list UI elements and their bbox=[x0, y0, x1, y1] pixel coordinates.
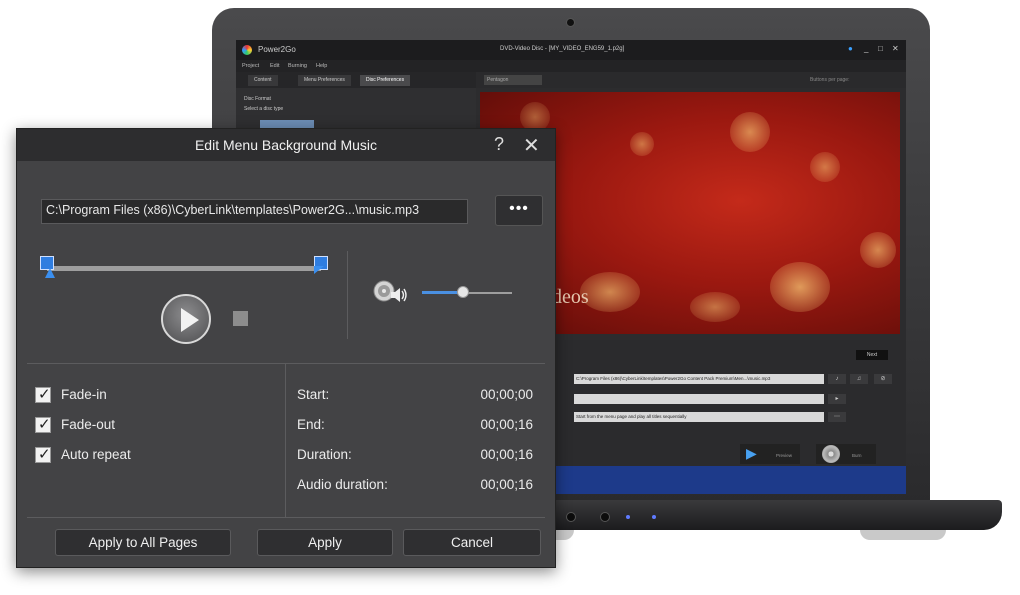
start-time-value: 00;00;00 bbox=[480, 387, 533, 402]
browse-button[interactable]: ••• bbox=[495, 195, 543, 226]
dialog-titlebar: Edit Menu Background Music ? ✕ bbox=[17, 129, 555, 161]
playback-settings-button[interactable]: ⋯ bbox=[828, 412, 846, 422]
audio-duration-value: 00;00;16 bbox=[480, 477, 533, 492]
play-button[interactable] bbox=[161, 294, 211, 344]
tab-content[interactable]: Content bbox=[248, 75, 278, 86]
menu-burning[interactable]: Burning bbox=[288, 63, 307, 69]
fade-out-label: Fade-out bbox=[61, 417, 116, 432]
auto-repeat-checkbox[interactable]: ✓ bbox=[35, 446, 51, 463]
remove-music-button[interactable]: ⊘ bbox=[874, 374, 892, 384]
preview-button[interactable]: ▶ Preview bbox=[740, 444, 800, 464]
apply-button[interactable]: Apply bbox=[257, 529, 393, 556]
duration-label: Duration: bbox=[297, 447, 352, 462]
maximize-button[interactable]: □ bbox=[878, 44, 883, 53]
status-led bbox=[626, 515, 630, 519]
end-time-value: 00;00;16 bbox=[480, 417, 533, 432]
app-name: Power2Go bbox=[258, 45, 296, 54]
dialog-title: Edit Menu Background Music bbox=[194, 137, 378, 153]
volume-slider-knob[interactable] bbox=[456, 286, 469, 298]
app-toolbar: Pentagon Buttons per page: bbox=[476, 72, 906, 88]
laptop-port bbox=[566, 512, 576, 522]
intro-browse-button[interactable]: ▸ bbox=[828, 394, 846, 404]
app-menubar: Project Edit Burning Help bbox=[236, 60, 906, 72]
checkmark-icon: ✓ bbox=[38, 416, 51, 433]
close-button[interactable]: ✕ bbox=[523, 133, 540, 158]
play-icon bbox=[181, 308, 199, 332]
trim-range-track[interactable] bbox=[47, 266, 321, 271]
disc-format-title: Disc Format bbox=[244, 96, 271, 102]
auto-repeat-label: Auto repeat bbox=[61, 447, 131, 462]
fade-in-checkbox[interactable]: ✓ bbox=[35, 386, 51, 403]
template-field[interactable]: Pentagon bbox=[484, 75, 542, 85]
tab-disc-preferences[interactable]: Disc Preferences bbox=[360, 75, 411, 86]
close-window-button[interactable]: ✕ bbox=[892, 44, 899, 53]
burn-label: Burn bbox=[852, 453, 862, 458]
fade-in-label: Fade-in bbox=[61, 387, 107, 402]
audio-duration-label: Audio duration: bbox=[297, 477, 388, 492]
app-tabs: Content Menu Preferences Disc Preference… bbox=[236, 72, 476, 88]
webcam-icon bbox=[566, 18, 575, 27]
background-music-path[interactable]: C:\Program Files (x86)\CyberLink\templat… bbox=[574, 374, 824, 384]
duration-value: 00;00;16 bbox=[480, 447, 533, 462]
app-titlebar: Power2Go DVD-Video Disc - [MY_VIDEO_ENG5… bbox=[236, 40, 906, 60]
playback-mode-field[interactable]: Start from the menu page and play all ti… bbox=[574, 412, 824, 422]
divider bbox=[347, 251, 348, 339]
end-time-row: End: 00;00;16 bbox=[297, 415, 533, 435]
apply-to-all-pages-button[interactable]: Apply to All Pages bbox=[55, 529, 231, 556]
minimize-button[interactable]: _ bbox=[864, 44, 868, 53]
intro-video-field[interactable] bbox=[574, 394, 824, 404]
cancel-button[interactable]: Cancel bbox=[403, 529, 541, 556]
laptop-foot bbox=[860, 530, 946, 540]
start-time-label: Start: bbox=[297, 387, 330, 402]
audio-duration-row: Audio duration: 00;00;16 bbox=[297, 475, 533, 495]
laptop-port bbox=[600, 512, 610, 522]
divider bbox=[27, 517, 545, 518]
buttons-per-page-label: Buttons per page: bbox=[810, 77, 850, 83]
volume-icon bbox=[373, 280, 407, 302]
end-time-label: End: bbox=[297, 417, 325, 432]
upgrade-icon[interactable]: ● bbox=[848, 44, 853, 53]
trim-start-handle[interactable] bbox=[40, 256, 54, 270]
checkmark-icon: ✓ bbox=[38, 446, 51, 463]
preview-menu-title: deos bbox=[552, 286, 589, 308]
status-led bbox=[652, 515, 656, 519]
disc-format-section: Disc Format Select a disc type bbox=[244, 96, 283, 112]
fade-out-checkbox[interactable]: ✓ bbox=[35, 416, 51, 433]
next-page-button[interactable]: Next bbox=[856, 350, 888, 360]
app-document-title: DVD-Video Disc - [MY_VIDEO_ENG59_1.p2g] bbox=[500, 46, 625, 52]
stop-button[interactable] bbox=[233, 311, 248, 326]
music-settings-button[interactable]: ♫ bbox=[850, 374, 868, 384]
start-time-row: Start: 00;00;00 bbox=[297, 385, 533, 405]
menu-help[interactable]: Help bbox=[316, 63, 327, 69]
menu-edit[interactable]: Edit bbox=[270, 63, 279, 69]
tab-menu-preferences[interactable]: Menu Preferences bbox=[298, 75, 351, 86]
music-file-path-field[interactable]: C:\Program Files (x86)\CyberLink\templat… bbox=[41, 199, 468, 224]
disc-icon bbox=[822, 445, 840, 463]
divider bbox=[285, 363, 286, 517]
power2go-logo-icon bbox=[242, 45, 252, 55]
edit-music-button[interactable]: ♪ bbox=[828, 374, 846, 384]
duration-row: Duration: 00;00;16 bbox=[297, 445, 533, 465]
divider bbox=[27, 363, 545, 364]
help-button[interactable]: ? bbox=[494, 134, 504, 155]
menu-project[interactable]: Project bbox=[242, 63, 259, 69]
burn-button[interactable]: Burn bbox=[816, 444, 876, 464]
checkmark-icon: ✓ bbox=[38, 386, 51, 403]
play-icon: ▶ bbox=[746, 445, 757, 461]
disc-format-subtitle: Select a disc type bbox=[244, 106, 284, 112]
edit-menu-background-music-dialog: Edit Menu Background Music ? ✕ C:\Progra… bbox=[16, 128, 556, 568]
preview-label: Preview bbox=[776, 453, 793, 458]
